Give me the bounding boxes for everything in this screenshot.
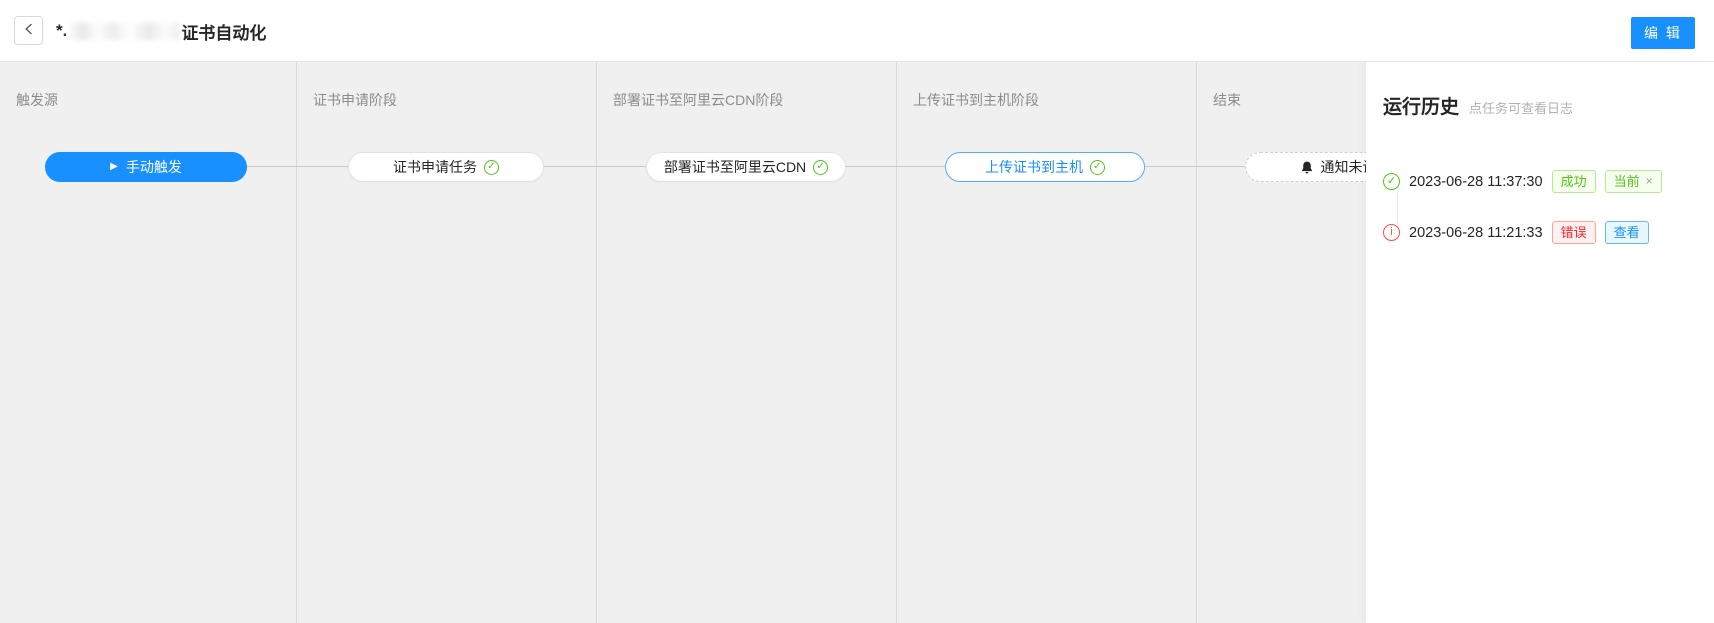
column-label-deploy-cdn-stage: 部署证书至阿里云CDN阶段 <box>613 90 783 110</box>
history-entry[interactable]: ✓ 2023-06-28 11:37:30 成功 当前 × <box>1383 170 1662 193</box>
notification-node[interactable]: 通知未设置 <box>1245 152 1366 182</box>
column-label-end: 结束 <box>1213 90 1241 110</box>
page-title-suffix: 证书自动化 <box>181 19 266 44</box>
upload-host-task-node[interactable]: 上传证书到主机 ✓ <box>945 152 1145 182</box>
workflow-canvas: 触发源 证书申请阶段 部署证书至阿里云CDN阶段 上传证书到主机阶段 结束 ▶ … <box>0 62 1366 623</box>
upload-host-task-label: 上传证书到主机 <box>985 157 1083 177</box>
cert-apply-task-label: 证书申请任务 <box>393 157 477 177</box>
column-label-upload-host-stage: 上传证书到主机阶段 <box>913 90 1039 110</box>
history-entry-time: 2023-06-28 11:37:30 <box>1409 174 1543 190</box>
edit-button[interactable]: 编 辑 <box>1631 17 1695 49</box>
check-circle-icon: ✓ <box>1090 160 1105 175</box>
manual-trigger-node[interactable]: ▶ 手动触发 <box>45 152 247 182</box>
node-connector <box>544 166 646 167</box>
timeline-connector <box>1397 193 1398 224</box>
run-history-panel: 运行历史 点任务可查看日志 ✓ 2023-06-28 11:37:30 成功 当… <box>1366 62 1714 623</box>
check-circle-icon: ✓ <box>484 160 499 175</box>
status-badge-error: 错误 <box>1552 221 1596 244</box>
deploy-cdn-task-label: 部署证书至阿里云CDN <box>664 157 806 177</box>
page-title: *. 证书自动化 <box>56 0 266 62</box>
manual-trigger-label: 手动触发 <box>126 157 182 177</box>
column-label-cert-apply-stage: 证书申请阶段 <box>313 90 397 110</box>
page-title-prefix: *. <box>56 21 67 41</box>
redacted-domain <box>68 23 180 40</box>
page-header: *. 证书自动化 编 辑 <box>0 0 1714 62</box>
notification-node-label: 通知未设置 <box>1321 157 1367 177</box>
bell-icon <box>1300 160 1314 175</box>
history-entry[interactable]: i 2023-06-28 11:21:33 错误 查看 <box>1383 221 1649 244</box>
certificate-automation-page: *. 证书自动化 编 辑 触发源 证书申请阶段 部署证书至阿里云CDN阶段 上传… <box>0 0 1714 623</box>
play-icon: ▶ <box>110 162 118 172</box>
history-entry-time: 2023-06-28 11:21:33 <box>1409 225 1543 241</box>
column-divider <box>1196 62 1197 623</box>
view-button[interactable]: 查看 <box>1605 221 1649 244</box>
check-circle-icon: ✓ <box>813 160 828 175</box>
back-button[interactable] <box>14 16 43 45</box>
node-connector <box>846 166 945 167</box>
column-divider <box>296 62 297 623</box>
node-connector <box>247 166 348 167</box>
error-info-circle-icon: i <box>1383 224 1400 241</box>
current-tag-label: 当前 <box>1614 172 1640 191</box>
column-label-trigger-source: 触发源 <box>16 90 58 110</box>
close-icon[interactable]: × <box>1646 172 1653 191</box>
chevron-left-icon <box>23 22 35 40</box>
run-history-title: 运行历史 <box>1383 92 1459 119</box>
column-divider <box>596 62 597 623</box>
current-tag[interactable]: 当前 × <box>1605 170 1662 193</box>
run-history-header: 运行历史 点任务可查看日志 <box>1383 92 1573 119</box>
run-history-hint: 点任务可查看日志 <box>1469 98 1573 117</box>
cert-apply-task-node[interactable]: 证书申请任务 ✓ <box>348 152 544 182</box>
node-connector <box>1145 166 1245 167</box>
success-check-circle-icon: ✓ <box>1383 173 1400 190</box>
status-badge-success: 成功 <box>1552 170 1596 193</box>
column-divider <box>896 62 897 623</box>
deploy-cdn-task-node[interactable]: 部署证书至阿里云CDN ✓ <box>646 152 846 182</box>
